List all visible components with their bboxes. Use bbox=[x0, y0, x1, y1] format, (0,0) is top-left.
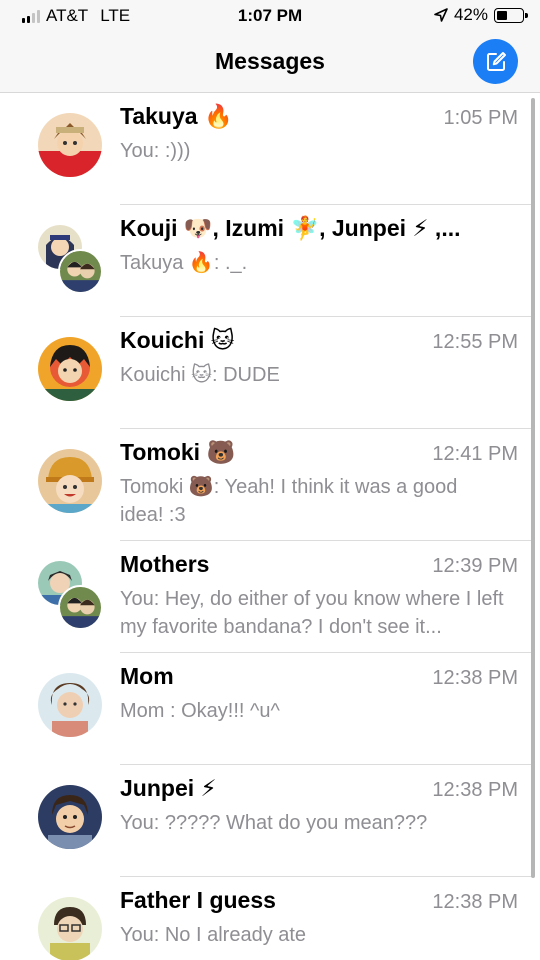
avatar bbox=[38, 785, 102, 849]
nav-bar: Messages bbox=[0, 30, 540, 93]
timestamp: 12:38 PM bbox=[432, 667, 518, 689]
scrollbar[interactable] bbox=[531, 98, 535, 878]
timestamp: 1:05 PM bbox=[443, 107, 518, 129]
avatar bbox=[38, 673, 102, 737]
contact-name: Junpei ⚡ bbox=[120, 775, 217, 801]
contact-name: Father I guess bbox=[120, 887, 276, 913]
avatar bbox=[38, 897, 102, 960]
conversation-row[interactable]: Tomoki 🐻 12:41 PM Tomoki 🐻: Yeah! I thin… bbox=[0, 429, 540, 541]
compose-button[interactable] bbox=[473, 39, 518, 84]
message-preview: You: :))) bbox=[120, 140, 191, 162]
avatar bbox=[38, 337, 102, 401]
conversation-row[interactable]: Father I guess 12:38 PM You: No I alread… bbox=[0, 877, 540, 960]
conversation-row[interactable]: Junpei ⚡ 12:38 PM You: ????? What do you… bbox=[0, 765, 540, 877]
contact-name: Kouichi 🐱 bbox=[120, 327, 235, 353]
location-arrow-icon bbox=[434, 8, 448, 22]
message-preview: Takuya 🔥: ._. bbox=[120, 252, 248, 274]
conversation-row[interactable]: Mom 12:38 PM Mom : Okay!!! ^u^ bbox=[0, 653, 540, 765]
battery-icon bbox=[494, 7, 528, 23]
conversation-row[interactable]: Kouji 🐶, Izumi 🧚, Junpei ⚡ ,... Takuya 🔥… bbox=[0, 205, 540, 317]
timestamp: 12:38 PM bbox=[432, 779, 518, 801]
compose-icon bbox=[486, 51, 506, 71]
avatar bbox=[58, 585, 103, 630]
timestamp: 12:55 PM bbox=[432, 331, 518, 353]
message-preview: Kouichi 🐱: DUDE bbox=[120, 364, 280, 386]
message-preview: You: ????? What do you mean??? bbox=[120, 812, 428, 834]
message-preview: Tomoki 🐻: Yeah! I think it was a good id… bbox=[120, 476, 458, 526]
message-preview: Mom : Okay!!! ^u^ bbox=[120, 700, 280, 722]
status-bar: AT&T LTE 1:07 PM 42% bbox=[0, 0, 540, 30]
avatar bbox=[38, 449, 102, 513]
contact-name: Mothers bbox=[120, 551, 210, 577]
avatar bbox=[58, 249, 103, 294]
avatar bbox=[38, 113, 102, 177]
conversation-row[interactable]: Takuya 🔥 1:05 PM You: :))) bbox=[0, 93, 540, 205]
contact-name: Kouji 🐶, Izumi 🧚, Junpei ⚡ ,... bbox=[120, 215, 461, 241]
contact-name: Mom bbox=[120, 663, 174, 689]
page-title: Messages bbox=[215, 48, 325, 74]
message-preview: You: No I already ate bbox=[120, 924, 307, 946]
timestamp: 12:41 PM bbox=[432, 443, 518, 465]
contact-name: Tomoki 🐻 bbox=[120, 439, 236, 465]
conversation-row[interactable]: Kouichi 🐱 12:55 PM Kouichi 🐱: DUDE bbox=[0, 317, 540, 429]
timestamp: 12:39 PM bbox=[432, 555, 518, 577]
contact-name: Takuya 🔥 bbox=[120, 103, 233, 129]
timestamp: 12:38 PM bbox=[432, 891, 518, 913]
battery-percent: 42% bbox=[453, 5, 488, 24]
conversation-row[interactable]: Mothers 12:39 PM You: Hey, do either of … bbox=[0, 541, 540, 653]
message-preview: You: Hey, do either of you know where I … bbox=[120, 588, 504, 638]
